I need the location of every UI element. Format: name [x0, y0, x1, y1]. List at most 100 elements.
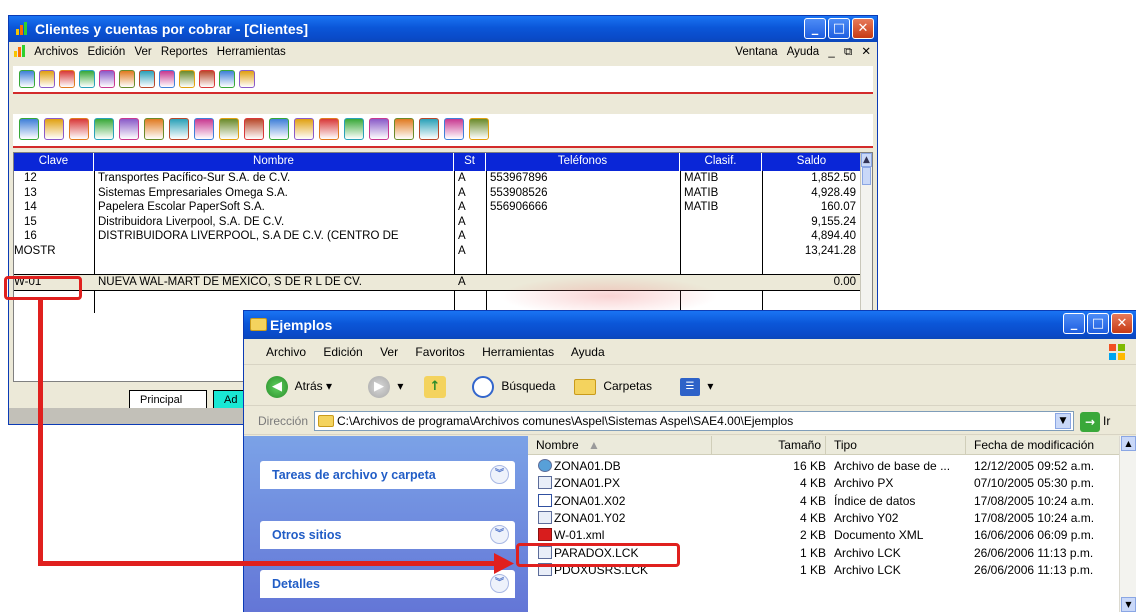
- table-row[interactable]: W-01 NUEVA WAL-MART DE MEXICO, S DE R L D…: [14, 274, 862, 291]
- file-row[interactable]: ZONA01.X02 4 KB Índice de datos 17/08/2005 …: [528, 493, 1118, 510]
- col-telefonos[interactable]: Teléfonos: [486, 153, 680, 171]
- import-icon[interactable]: [419, 118, 439, 140]
- forward-button[interactable]: ▶ ▾: [368, 374, 403, 398]
- table-row[interactable]: MOSTR A 13,241.28: [14, 244, 862, 258]
- report-icon[interactable]: [39, 70, 55, 88]
- maximize-button[interactable]: □: [828, 18, 850, 39]
- go-button[interactable]: → Ir: [1080, 411, 1110, 432]
- menu-reportes[interactable]: Reportes: [161, 42, 208, 62]
- child-close-button[interactable]: ✕: [861, 46, 871, 58]
- transfer-icon[interactable]: [119, 70, 135, 88]
- relations-icon[interactable]: [369, 118, 389, 140]
- col-tamano[interactable]: Tamaño: [712, 436, 826, 455]
- up-folder-button[interactable]: ↑: [424, 374, 450, 398]
- preview-icon[interactable]: [194, 118, 214, 140]
- report-icon[interactable]: [219, 118, 239, 140]
- task-other-places[interactable]: Otros sitios ︾: [260, 521, 515, 549]
- doc-icon[interactable]: [79, 70, 95, 88]
- scroll-up-icon[interactable]: ▲: [1121, 436, 1136, 451]
- chevron-down-icon[interactable]: ︾: [490, 525, 509, 544]
- refresh-icon[interactable]: [144, 118, 164, 140]
- pos-icon[interactable]: [139, 70, 155, 88]
- scroll-thumb[interactable]: [862, 167, 871, 185]
- close-button[interactable]: ✕: [852, 18, 874, 39]
- task-file-folder[interactable]: Tareas de archivo y carpeta ︾: [260, 461, 515, 489]
- table-row[interactable]: 12 Transportes Pacífico-Sur S.A. de C.V. A…: [14, 171, 862, 185]
- menu-archivos[interactable]: Archivos: [34, 42, 78, 62]
- table-row[interactable]: 14 Papelera Escolar PaperSoft S.A. A 556906…: [14, 200, 862, 214]
- user-alert-icon[interactable]: [219, 70, 235, 88]
- scroll-down-icon[interactable]: ▼: [1121, 597, 1136, 612]
- menu-ventana[interactable]: Ventana: [735, 46, 777, 58]
- gear-icon[interactable]: [179, 70, 195, 88]
- menu-ayuda[interactable]: Ayuda: [571, 345, 605, 359]
- book-icon[interactable]: [199, 70, 215, 88]
- file-row[interactable]: ZONA01.Y02 4 KB Archivo Y02 17/08/2005 10:2…: [528, 510, 1118, 527]
- user-money-icon[interactable]: [244, 118, 264, 140]
- cancel-icon[interactable]: [269, 118, 289, 140]
- child-minimize-button[interactable]: _: [828, 46, 834, 58]
- explorer-title-bar[interactable]: Ejemplos _ □ ✕: [244, 311, 1136, 339]
- col-clave[interactable]: Clave: [14, 153, 94, 171]
- address-input[interactable]: C:\Archivos de programa\Archivos comunes…: [314, 411, 1074, 431]
- col-fecha[interactable]: Fecha de modificación: [966, 436, 1126, 455]
- search-button[interactable]: Búsqueda: [472, 374, 555, 398]
- user-money-icon[interactable]: [59, 70, 75, 88]
- doc-money-icon[interactable]: [99, 70, 115, 88]
- print-icon[interactable]: [169, 118, 189, 140]
- edit-icon[interactable]: [44, 118, 64, 140]
- file-row[interactable]: W-01.xml 2 KB Documento XML 16/06/2006 06:0…: [528, 527, 1118, 544]
- search-icon[interactable]: [94, 118, 114, 140]
- table-scrollbar[interactable]: ▲: [860, 153, 872, 313]
- scroll-up-icon[interactable]: ▲: [861, 153, 872, 167]
- user-icon[interactable]: [394, 118, 414, 140]
- notes-icon[interactable]: [469, 118, 489, 140]
- clientes-title-bar[interactable]: Clientes y cuentas por cobrar - [Cliente…: [9, 16, 877, 42]
- chevron-down-icon[interactable]: ︾: [490, 574, 509, 593]
- user-icon[interactable]: [159, 70, 175, 88]
- menu-herramientas[interactable]: Herramientas: [482, 345, 554, 359]
- child-restore-button[interactable]: ⧉: [844, 46, 852, 58]
- clients-icon[interactable]: [19, 70, 35, 88]
- table-row[interactable]: 13 Sistemas Empresariales Omega S.A. A 5539…: [14, 186, 862, 200]
- folders-button[interactable]: Carpetas: [574, 374, 652, 398]
- file-list-scrollbar[interactable]: ▲ ▼: [1119, 436, 1136, 612]
- exit-icon[interactable]: [239, 70, 255, 88]
- sum-icon[interactable]: [319, 118, 339, 140]
- money-icon[interactable]: [294, 118, 314, 140]
- cell-nombre: Papelera Escolar PaperSoft S.A.: [98, 201, 265, 213]
- col-tipo[interactable]: Tipo: [826, 436, 966, 455]
- menu-archivo[interactable]: Archivo: [266, 345, 306, 359]
- col-clasif[interactable]: Clasif.: [680, 153, 762, 171]
- next-icon[interactable]: [344, 118, 364, 140]
- address-dropdown-icon[interactable]: ▼: [1055, 413, 1071, 429]
- menu-favoritos[interactable]: Favoritos: [415, 345, 464, 359]
- new-icon[interactable]: [19, 118, 39, 140]
- menu-edicion[interactable]: Edición: [88, 42, 126, 62]
- table-row[interactable]: 16 DISTRIBUIDORA LIVERPOOL, S.A DE C.V. (…: [14, 229, 862, 243]
- file-row[interactable]: ZONA01.PX 4 KB Archivo PX 07/10/2005 05:30 …: [528, 475, 1118, 492]
- export-icon[interactable]: [444, 118, 464, 140]
- menu-ver[interactable]: Ver: [134, 42, 151, 62]
- explorer-minimize-button[interactable]: _: [1063, 313, 1085, 334]
- tab-principal[interactable]: Principal: [129, 390, 207, 410]
- col-nombre[interactable]: Nombre: [94, 153, 454, 171]
- col-saldo[interactable]: Saldo: [762, 153, 862, 171]
- menu-edicion[interactable]: Edición: [323, 345, 362, 359]
- filter-icon[interactable]: [119, 118, 139, 140]
- menu-ver[interactable]: Ver: [380, 345, 398, 359]
- views-button[interactable]: ☰ ▾: [680, 374, 713, 398]
- task-details[interactable]: Detalles ︾: [260, 570, 515, 598]
- col-st[interactable]: St: [454, 153, 486, 171]
- table-row[interactable]: 15 Distribuidora Liverpool, S.A. DE C.V. A…: [14, 215, 862, 229]
- delete-icon[interactable]: [69, 118, 89, 140]
- explorer-close-button[interactable]: ✕: [1111, 313, 1133, 334]
- minimize-button[interactable]: _: [804, 18, 826, 39]
- menu-herramientas[interactable]: Herramientas: [217, 42, 286, 62]
- back-button[interactable]: ◀ Atrás ▾: [266, 374, 332, 398]
- chevron-down-icon[interactable]: ︾: [490, 465, 509, 484]
- col-nombre[interactable]: Nombre ▲: [528, 436, 712, 455]
- file-row[interactable]: ZONA01.DB 16 KB Archivo de base de ... 12/1…: [528, 458, 1118, 475]
- explorer-maximize-button[interactable]: □: [1087, 313, 1109, 334]
- menu-ayuda[interactable]: Ayuda: [787, 46, 819, 58]
